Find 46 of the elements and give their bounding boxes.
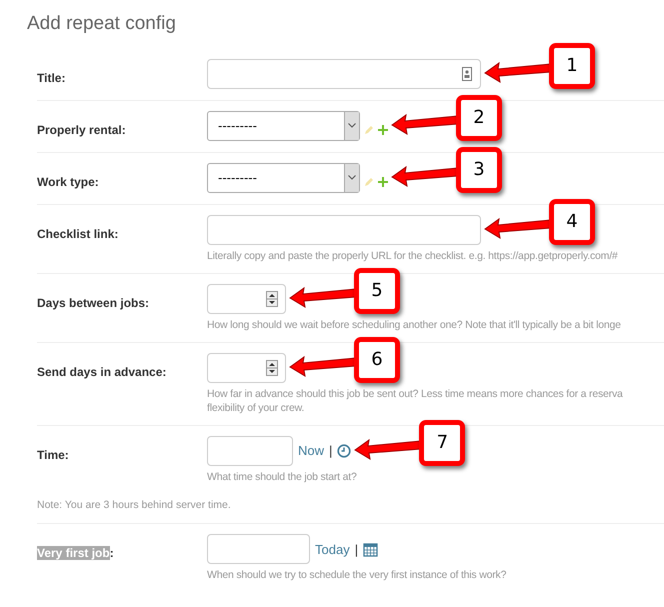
text-input[interactable] — [207, 58, 481, 88]
text-input[interactable] — [207, 214, 481, 244]
note-text: Note: You are 3 hours behind server time. — [37, 498, 232, 512]
page-title: Add repeat config — [27, 12, 177, 36]
field-label: Time: — [37, 448, 69, 462]
today-link[interactable]: Today — [315, 540, 350, 559]
help-text: What time should the job start at? — [207, 470, 357, 484]
field-label: Properly rental: — [37, 122, 126, 136]
pencil-icon[interactable] — [364, 124, 374, 134]
chevron-down-icon — [348, 123, 356, 128]
date-input[interactable] — [207, 534, 310, 564]
plus-icon[interactable] — [378, 124, 388, 134]
field-label: Very first job: — [37, 546, 114, 560]
callout-number: 3 — [456, 146, 502, 192]
chevron-down-icon — [348, 175, 356, 180]
help-text: How far in advance should this job be sent out? Less time means more chances for a reserva — [207, 386, 623, 400]
callout-number: 2 — [456, 94, 502, 140]
plus-icon[interactable] — [378, 176, 388, 186]
spinner-icon[interactable] — [266, 360, 278, 376]
field-label: Work type: — [37, 174, 99, 188]
time-input[interactable] — [207, 436, 293, 466]
help-text: When should we try to schedule the very first instance of this work? — [207, 568, 506, 582]
field-label: Days between jobs: — [37, 296, 150, 310]
contact-card-icon — [462, 66, 472, 80]
field-label: Title: — [37, 70, 66, 84]
callout-number: 1 — [549, 42, 595, 88]
number-input[interactable] — [207, 352, 286, 382]
separator: | — [329, 442, 332, 460]
select-dropdown[interactable]: --------- — [207, 110, 360, 140]
separator: | — [354, 540, 358, 559]
callout-number: 7 — [419, 420, 466, 466]
callout-number: 4 — [549, 198, 595, 244]
number-input[interactable] — [207, 284, 286, 314]
spinner-icon[interactable] — [266, 290, 278, 306]
select-dropdown[interactable]: --------- — [207, 162, 360, 192]
callout-number: 5 — [354, 268, 400, 314]
pencil-icon[interactable] — [364, 176, 374, 186]
callout-number: 6 — [354, 336, 400, 382]
help-text: Literally copy and paste the properly URL for the checklist. e.g. https://app.getproperly.com/# — [207, 248, 618, 262]
clock-icon[interactable] — [337, 444, 352, 458]
help-text: flexibility of your crew. — [207, 400, 306, 414]
help-text: How long should we wait before scheduling another one? Note that it'll typically be a bit longe — [207, 318, 621, 332]
calendar-icon[interactable] — [363, 542, 378, 557]
field-label: Checklist link: — [37, 226, 118, 240]
field-label: Send days in advance: — [37, 364, 166, 378]
now-link[interactable]: Now — [298, 440, 324, 460]
